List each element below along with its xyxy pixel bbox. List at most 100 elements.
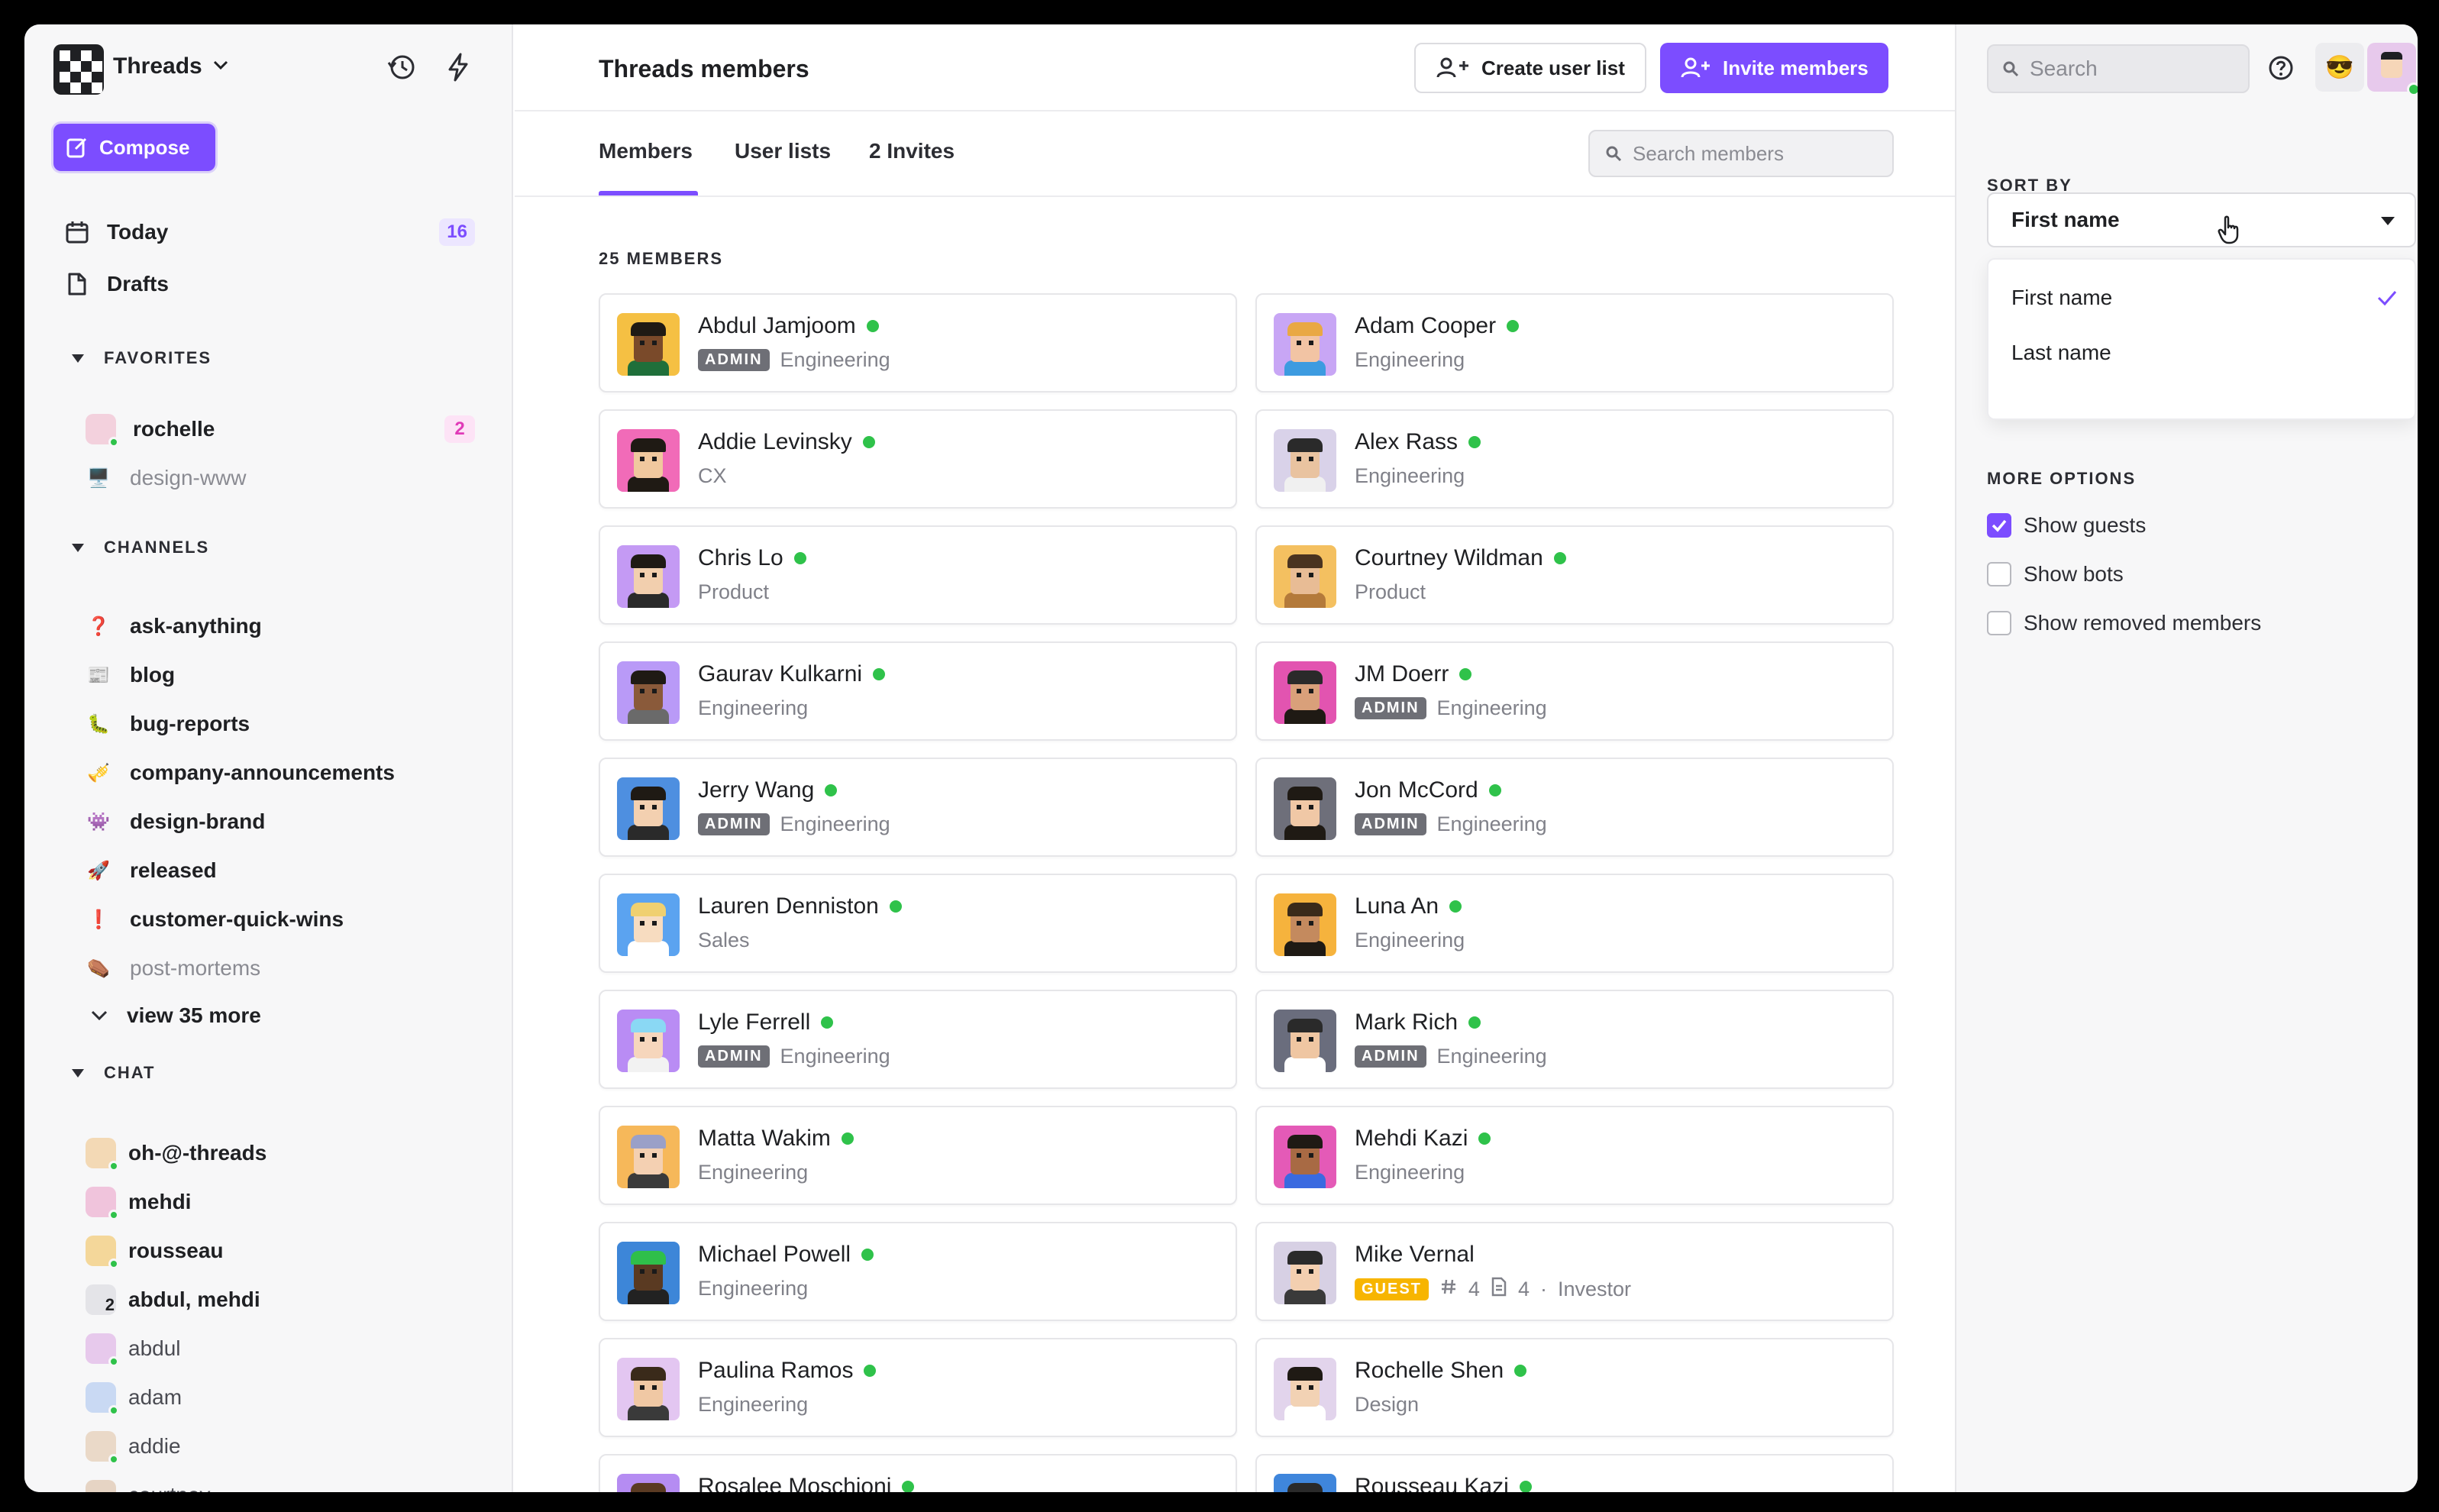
nav-drafts[interactable]: Drafts: [64, 267, 169, 301]
member-name-row: Rochelle Shen: [1355, 1358, 1527, 1384]
member-card[interactable]: Rosalee Moschioni: [599, 1454, 1237, 1492]
tab-members[interactable]: Members: [599, 139, 693, 163]
avatar-hair: [631, 1483, 666, 1492]
member-name-row: Courtney Wildman: [1355, 545, 1566, 571]
member-card[interactable]: Mike Vernal GUEST 4 4 · Investor: [1255, 1222, 1894, 1321]
global-search-input[interactable]: Search: [1987, 44, 2250, 93]
member-card[interactable]: Lyle Ferrell ADMIN Engineering: [599, 990, 1237, 1089]
workspace-logo-icon[interactable]: [53, 44, 104, 95]
member-card[interactable]: Abdul Jamjoom ADMIN Engineering: [599, 293, 1237, 393]
member-name: JM Doerr: [1355, 661, 1449, 687]
channels-heading[interactable]: CHANNELS: [72, 538, 209, 557]
chat-abdul[interactable]: abdul: [86, 1332, 181, 1367]
chat-rousseau[interactable]: rousseau: [86, 1234, 224, 1269]
history-icon[interactable]: [385, 50, 418, 84]
member-card[interactable]: Luna An Engineering: [1255, 874, 1894, 973]
channel-ask-anything[interactable]: ❓ ask-anything: [86, 609, 262, 643]
member-card[interactable]: Rousseau Kazi: [1255, 1454, 1894, 1492]
lightning-icon[interactable]: [441, 50, 475, 84]
member-card[interactable]: Lauren Denniston Sales: [599, 874, 1237, 973]
chat-courtney[interactable]: courtney: [86, 1478, 210, 1492]
chevron-down-icon[interactable]: [212, 59, 229, 71]
sunglasses-emoji-icon[interactable]: 😎: [2315, 43, 2364, 92]
admin-badge: ADMIN: [698, 1045, 770, 1068]
member-team: Engineering: [1436, 813, 1547, 835]
invite-members-button[interactable]: Invite members: [1660, 43, 1888, 93]
online-status-dot: [864, 1365, 877, 1377]
favorite-rochelle[interactable]: rochelle: [86, 412, 215, 447]
tab-user-lists[interactable]: User lists: [735, 139, 831, 163]
avatar-eye: [1297, 805, 1301, 809]
channel-post-mortems[interactable]: ⚰️ post-mortems: [86, 951, 260, 985]
chat-heading[interactable]: CHAT: [72, 1063, 155, 1083]
chat-adam[interactable]: adam: [86, 1381, 182, 1416]
create-user-list-button[interactable]: Create user list: [1414, 43, 1646, 93]
chat-abdul-mehdi[interactable]: 2 abdul, mehdi: [86, 1283, 260, 1317]
member-meta: ADMIN Engineering: [698, 813, 890, 836]
member-card[interactable]: Adam Cooper Engineering: [1255, 293, 1894, 393]
show-removed-option[interactable]: Show removed members: [1987, 608, 2261, 638]
member-card[interactable]: Jerry Wang ADMIN Engineering: [599, 758, 1237, 857]
member-avatar: [617, 1126, 680, 1188]
member-name-row: Rosalee Moschioni: [698, 1474, 915, 1492]
member-card[interactable]: Paulina Ramos Engineering: [599, 1338, 1237, 1437]
show-bots-option[interactable]: Show bots: [1987, 559, 2124, 590]
chat-oh-threads[interactable]: oh-@-threads: [86, 1136, 267, 1171]
member-name-row: Addie Levinsky: [698, 429, 875, 455]
tab-invites[interactable]: 2 Invites: [869, 139, 955, 163]
sort-option-first-name[interactable]: First name: [2011, 286, 2112, 310]
channel-bug-reports[interactable]: 🐛 bug-reports: [86, 707, 250, 741]
sort-by-select[interactable]: First name: [1987, 192, 2416, 247]
member-card[interactable]: Gaurav Kulkarni Engineering: [599, 641, 1237, 741]
favorites-heading[interactable]: FAVORITES: [72, 348, 212, 368]
member-card[interactable]: Mark Rich ADMIN Engineering: [1255, 990, 1894, 1089]
member-card[interactable]: Michael Powell Engineering: [599, 1222, 1237, 1321]
show-bots-checkbox[interactable]: [1987, 562, 2011, 586]
member-card[interactable]: Chris Lo Product: [599, 525, 1237, 625]
avatar: [86, 1382, 119, 1416]
online-status-dot: [825, 784, 838, 796]
channel-released[interactable]: 🚀 released: [86, 854, 217, 887]
member-team: Design: [1355, 1393, 1420, 1416]
member-card[interactable]: Rochelle Shen Design: [1255, 1338, 1894, 1437]
member-card[interactable]: Jon McCord ADMIN Engineering: [1255, 758, 1894, 857]
avatar-body: [1284, 941, 1326, 956]
member-card[interactable]: JM Doerr ADMIN Engineering: [1255, 641, 1894, 741]
member-card[interactable]: Alex Rass Engineering: [1255, 409, 1894, 509]
show-guests-option[interactable]: Show guests: [1987, 510, 2146, 541]
chat-label: abdul, mehdi: [128, 1287, 260, 1311]
search-members-input[interactable]: Search members: [1588, 130, 1894, 177]
compose-button[interactable]: Compose: [53, 124, 215, 171]
show-removed-checkbox[interactable]: [1987, 611, 2011, 635]
show-guests-checkbox[interactable]: [1987, 513, 2011, 538]
help-icon[interactable]: [2268, 55, 2294, 81]
member-avatar: [1274, 1010, 1336, 1072]
chat-addie[interactable]: addie: [86, 1430, 181, 1465]
alien-monster-icon: 👾: [87, 811, 110, 832]
member-meta: CX: [698, 464, 727, 488]
workspace-name[interactable]: Threads: [113, 53, 202, 79]
member-name-row: Jerry Wang: [698, 777, 838, 803]
member-name: Jon McCord: [1355, 777, 1478, 803]
avatar-hair: [631, 1019, 666, 1032]
member-card[interactable]: Courtney Wildman Product: [1255, 525, 1894, 625]
member-card[interactable]: Addie Levinsky CX: [599, 409, 1237, 509]
member-meta: Engineering: [1355, 348, 1465, 372]
member-card[interactable]: Mehdi Kazi Engineering: [1255, 1106, 1894, 1205]
online-status-dot: [861, 1249, 874, 1261]
channel-design-brand[interactable]: 👾 design-brand: [86, 805, 265, 838]
nav-today[interactable]: Today: [64, 215, 168, 249]
avatar-eye: [640, 921, 644, 926]
view-more-channels[interactable]: view 35 more: [86, 999, 261, 1032]
channel-company-announcements[interactable]: 🎺 company-announcements: [86, 756, 395, 790]
member-card[interactable]: Matta Wakim Engineering: [599, 1106, 1237, 1205]
member-meta: Product: [1355, 580, 1426, 604]
online-status-dot: [1468, 1016, 1481, 1029]
guest-channel-count: 4: [1468, 1278, 1480, 1300]
favorite-design-www[interactable]: 🖥️ design-www: [86, 461, 246, 495]
chat-mehdi[interactable]: mehdi: [86, 1185, 191, 1220]
current-user-avatar[interactable]: [2367, 43, 2418, 96]
channel-blog[interactable]: 📰 blog: [86, 658, 175, 692]
channel-customer-quick-wins[interactable]: ❗ customer-quick-wins: [86, 903, 344, 936]
sort-option-last-name[interactable]: Last name: [2011, 341, 2111, 365]
